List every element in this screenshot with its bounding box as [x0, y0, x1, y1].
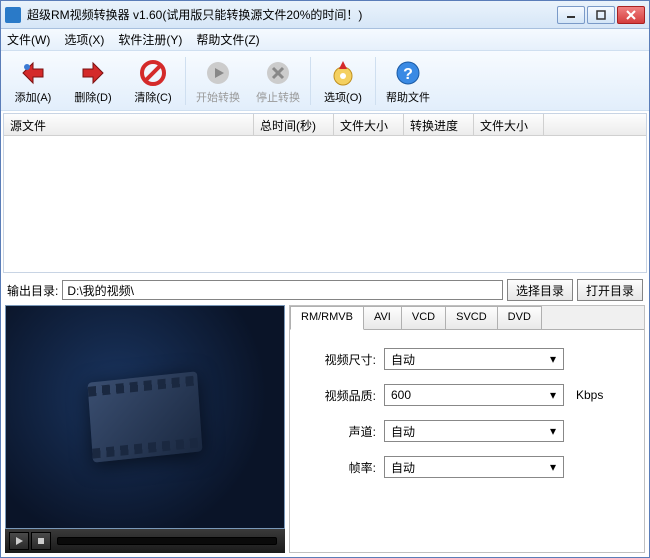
start-icon [204, 59, 232, 87]
menu-option[interactable]: 选项(X) [64, 31, 104, 48]
menu-register[interactable]: 软件注册(Y) [118, 31, 182, 48]
col-duration[interactable]: 总时间(秒) [254, 114, 334, 135]
video-size-value: 自动 [391, 351, 415, 368]
app-window: 超级RM视频转换器 v1.60(试用版只能转换源文件20%的时间！) 文件(W)… [0, 0, 650, 558]
col-size1[interactable]: 文件大小 [334, 114, 404, 135]
lower-panel: RM/RMVB AVI VCD SVCD DVD 视频尺寸: 自动 ▾ 视频品质… [1, 305, 649, 557]
window-title: 超级RM视频转换器 v1.60(试用版只能转换源文件20%的时间！) [27, 6, 557, 23]
open-dir-button[interactable]: 打开目录 [577, 279, 643, 301]
format-tabs: RM/RMVB AVI VCD SVCD DVD [290, 306, 644, 330]
video-size-row: 视频尺寸: 自动 ▾ [306, 348, 628, 370]
stop-playback-button[interactable] [31, 532, 51, 550]
preview-panel [5, 305, 285, 553]
chevron-down-icon: ▾ [545, 423, 561, 439]
clear-label: 清除(C) [134, 89, 171, 105]
toolbar: 添加(A) 删除(D) 清除(C) 开始转换 停止转换 选项(O) ? 帮助文件 [1, 51, 649, 111]
clear-button[interactable]: 清除(C) [123, 55, 183, 107]
help-label: 帮助文件 [386, 89, 430, 105]
player-bar [5, 529, 285, 553]
delete-label: 删除(D) [74, 89, 111, 105]
tab-dvd[interactable]: DVD [497, 306, 542, 330]
video-size-label: 视频尺寸: [306, 351, 376, 368]
chevron-down-icon: ▾ [545, 387, 561, 403]
help-button[interactable]: ? 帮助文件 [378, 55, 438, 107]
svg-text:?: ? [403, 66, 413, 83]
titlebar[interactable]: 超级RM视频转换器 v1.60(试用版只能转换源文件20%的时间！) [1, 1, 649, 29]
stop-convert-button[interactable]: 停止转换 [248, 55, 308, 107]
list-body[interactable] [4, 136, 646, 272]
quality-unit: Kbps [576, 388, 603, 402]
play-button[interactable] [9, 532, 29, 550]
audio-label: 声道: [306, 423, 376, 440]
tab-body: 视频尺寸: 自动 ▾ 视频品质: 600 ▾ Kbps 声道: [290, 329, 644, 552]
options-label: 选项(O) [324, 89, 362, 105]
fps-combo[interactable]: 自动 ▾ [384, 456, 564, 478]
start-convert-button[interactable]: 开始转换 [188, 55, 248, 107]
help-icon: ? [394, 59, 422, 87]
col-size2[interactable]: 文件大小 [474, 114, 544, 135]
output-label: 输出目录: [7, 282, 58, 299]
delete-button[interactable]: 删除(D) [63, 55, 123, 107]
minimize-button[interactable] [557, 6, 585, 24]
close-button[interactable] [617, 6, 645, 24]
quality-label: 视频品质: [306, 387, 376, 404]
tab-rm[interactable]: RM/RMVB [290, 306, 364, 330]
maximize-button[interactable] [587, 6, 615, 24]
fps-value: 自动 [391, 459, 415, 476]
file-list: 源文件 总时间(秒) 文件大小 转换进度 文件大小 [3, 113, 647, 273]
quality-combo[interactable]: 600 ▾ [384, 384, 564, 406]
output-row: 输出目录: 选择目录 打开目录 [3, 277, 647, 303]
toolbar-separator [185, 57, 186, 105]
chevron-down-icon: ▾ [545, 459, 561, 475]
video-size-combo[interactable]: 自动 ▾ [384, 348, 564, 370]
menu-file[interactable]: 文件(W) [7, 31, 50, 48]
fps-row: 帧率: 自动 ▾ [306, 456, 628, 478]
toolbar-separator-3 [375, 57, 376, 105]
clear-icon [139, 59, 167, 87]
toolbar-separator-2 [310, 57, 311, 105]
menu-help[interactable]: 帮助文件(Z) [196, 31, 259, 48]
quality-row: 视频品质: 600 ▾ Kbps [306, 384, 628, 406]
col-progress[interactable]: 转换进度 [404, 114, 474, 135]
audio-row: 声道: 自动 ▾ [306, 420, 628, 442]
seek-slider[interactable] [57, 537, 277, 545]
quality-value: 600 [391, 388, 411, 402]
tab-vcd[interactable]: VCD [401, 306, 446, 330]
chevron-down-icon: ▾ [545, 351, 561, 367]
start-label: 开始转换 [196, 89, 240, 105]
add-button[interactable]: 添加(A) [3, 55, 63, 107]
list-header: 源文件 总时间(秒) 文件大小 转换进度 文件大小 [4, 114, 646, 136]
menubar: 文件(W) 选项(X) 软件注册(Y) 帮助文件(Z) [1, 29, 649, 51]
preview-canvas [5, 305, 285, 529]
add-label: 添加(A) [15, 89, 52, 105]
options-icon [329, 59, 357, 87]
audio-value: 自动 [391, 423, 415, 440]
tab-svcd[interactable]: SVCD [445, 306, 498, 330]
options-button[interactable]: 选项(O) [313, 55, 373, 107]
window-controls [557, 6, 645, 24]
stop-icon [264, 59, 292, 87]
stop-label: 停止转换 [256, 89, 300, 105]
fps-label: 帧率: [306, 459, 376, 476]
add-icon [19, 59, 47, 87]
tab-avi[interactable]: AVI [363, 306, 402, 330]
film-icon [88, 371, 203, 462]
app-icon [5, 7, 21, 23]
col-source[interactable]: 源文件 [4, 114, 254, 135]
output-path-input[interactable] [62, 280, 503, 300]
audio-combo[interactable]: 自动 ▾ [384, 420, 564, 442]
browse-button[interactable]: 选择目录 [507, 279, 573, 301]
delete-icon [79, 59, 107, 87]
settings-panel: RM/RMVB AVI VCD SVCD DVD 视频尺寸: 自动 ▾ 视频品质… [289, 305, 645, 553]
